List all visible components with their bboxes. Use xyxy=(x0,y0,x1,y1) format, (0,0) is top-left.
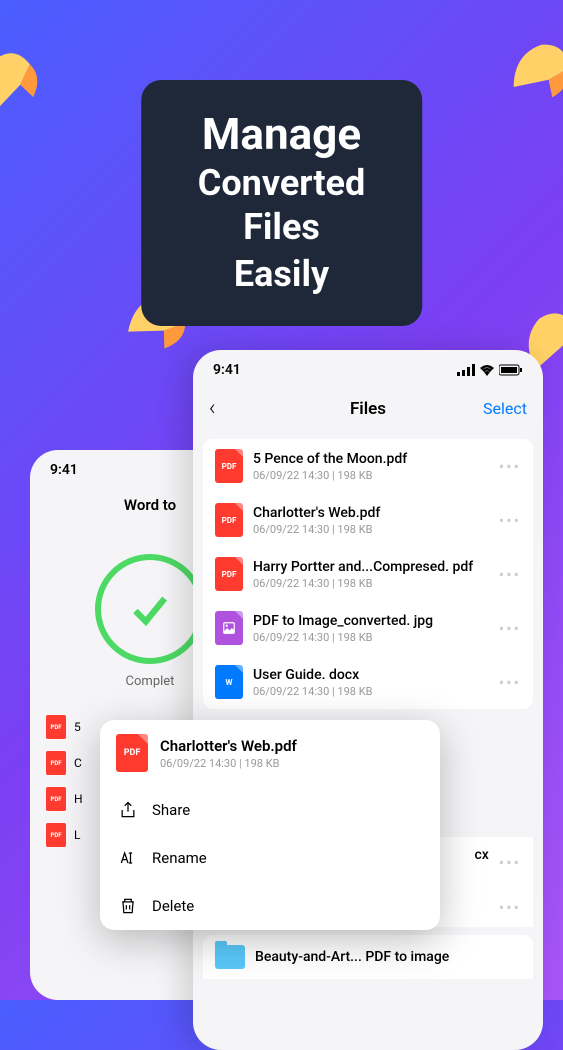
file-name: PDF to Image_converted. jpg xyxy=(253,613,489,629)
pdf-icon: PDF xyxy=(215,503,243,537)
status-bar: 9:41 xyxy=(193,350,543,386)
share-action[interactable]: Share xyxy=(100,786,440,834)
progress-complete-icon xyxy=(95,554,205,664)
pdf-icon: PDF xyxy=(116,734,148,772)
status-icons xyxy=(457,364,523,376)
pdf-icon: PDF xyxy=(46,715,66,739)
file-meta: 06/09/22 14:30 | 198 KB xyxy=(253,631,489,644)
rename-label: Rename xyxy=(152,849,207,867)
file-list: PDF 5 Pence of the Moon.pdf 06/09/22 14:… xyxy=(203,439,533,709)
hero-line-3: Easily xyxy=(191,253,373,296)
delete-label: Delete xyxy=(152,897,194,915)
pdf-icon: PDF xyxy=(215,449,243,483)
more-button[interactable]: ••• xyxy=(499,511,521,530)
hero-line-2: Converted Files xyxy=(191,162,373,248)
pdf-icon: PDF xyxy=(46,823,66,847)
sheet-file-name: Charlotter's Web.pdf xyxy=(160,737,297,755)
sheet-header: PDF Charlotter's Web.pdf 06/09/22 14:30 … xyxy=(100,720,440,786)
more-button[interactable]: ••• xyxy=(499,457,521,476)
nav-bar: ‹ Files Select xyxy=(193,386,543,431)
file-row[interactable]: PDF Harry Portter and...Compresed. pdf 0… xyxy=(203,547,533,601)
wifi-icon xyxy=(479,364,495,376)
file-meta: 06/09/22 14:30 | 198 KB xyxy=(253,523,489,536)
cellular-icon xyxy=(457,364,475,376)
file-meta: 06/09/22 14:30 | 198 KB xyxy=(253,469,489,482)
hero-card: Manage Converted Files Easily xyxy=(141,80,423,326)
select-button[interactable]: Select xyxy=(483,399,527,418)
rename-icon xyxy=(118,848,138,868)
phone-mockup-front: 9:41 ‹ Files Select PDF 5 Pence of the M… xyxy=(193,350,543,1050)
file-row[interactable]: PDF to Image_converted. jpg 06/09/22 14:… xyxy=(203,601,533,655)
hero-line-1: Manage xyxy=(191,110,373,158)
file-name: User Guide. docx xyxy=(253,667,489,683)
file-row[interactable]: PDF Charlotter's Web.pdf 06/09/22 14:30 … xyxy=(203,493,533,547)
file-meta: 06/09/22 14:30 | 198 KB xyxy=(253,577,489,590)
nav-title: Files xyxy=(350,399,386,419)
more-button[interactable]: ••• xyxy=(499,565,521,584)
decoration-shape xyxy=(494,21,563,119)
image-icon xyxy=(215,611,243,645)
file-name: 5 Pence of the Moon.pdf xyxy=(253,451,489,467)
file-meta: 06/09/22 14:30 | 198 KB xyxy=(253,685,489,698)
folder-icon xyxy=(215,945,245,969)
pdf-icon: PDF xyxy=(215,557,243,591)
more-button[interactable]: ••• xyxy=(499,619,521,638)
status-time: 9:41 xyxy=(50,462,78,478)
sheet-file-meta: 06/09/22 14:30 | 198 KB xyxy=(160,757,297,770)
delete-action[interactable]: Delete xyxy=(100,882,440,930)
trash-icon xyxy=(118,896,138,916)
more-button[interactable]: ••• xyxy=(499,673,521,692)
share-icon xyxy=(118,800,138,820)
back-button[interactable]: ‹ xyxy=(209,396,216,421)
action-sheet: PDF Charlotter's Web.pdf 06/09/22 14:30 … xyxy=(100,720,440,930)
more-button[interactable]: ••• xyxy=(499,853,521,872)
file-row[interactable]: PDF 5 Pence of the Moon.pdf 06/09/22 14:… xyxy=(203,439,533,493)
folder-name: Beauty-and-Art... PDF to image xyxy=(255,949,521,965)
battery-icon xyxy=(499,364,523,376)
file-row[interactable]: W User Guide. docx 06/09/22 14:30 | 198 … xyxy=(203,655,533,709)
folder-row[interactable]: Beauty-and-Art... PDF to image xyxy=(203,935,533,979)
pdf-icon: PDF xyxy=(46,787,66,811)
rename-action[interactable]: Rename xyxy=(100,834,440,882)
status-time: 9:41 xyxy=(213,362,241,378)
file-name: Charlotter's Web.pdf xyxy=(253,505,489,521)
word-icon: W xyxy=(215,665,243,699)
share-label: Share xyxy=(152,801,190,819)
file-name: Harry Portter and...Compresed. pdf xyxy=(253,559,489,575)
pdf-icon: PDF xyxy=(46,751,66,775)
decoration-shape xyxy=(0,29,61,132)
more-button[interactable]: ••• xyxy=(499,898,521,917)
